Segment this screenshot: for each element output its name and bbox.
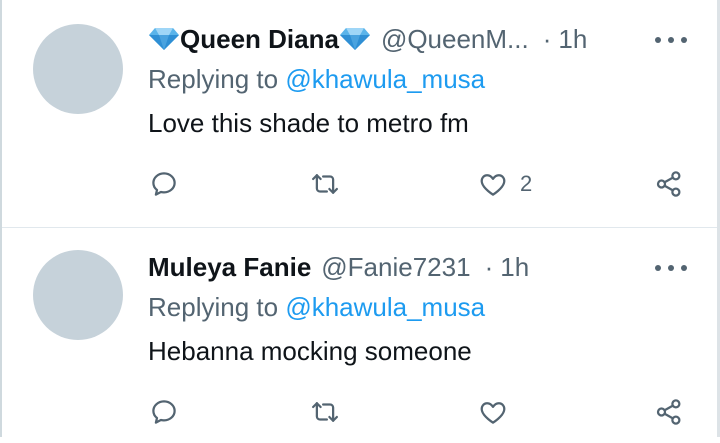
like-count: 2 — [520, 171, 533, 196]
retweet-icon — [310, 169, 340, 199]
tweet-actions: 2 — [0, 167, 720, 201]
replying-to-line: Replying to @khawula_musa — [148, 64, 485, 95]
reply-button[interactable] — [149, 395, 179, 429]
timestamp[interactable]: 1h — [500, 252, 529, 283]
replying-to-label: Replying to — [148, 64, 279, 94]
more-icon[interactable] — [655, 263, 687, 273]
mention-link[interactable]: @khawula_musa — [285, 64, 485, 94]
gem-icon — [148, 26, 180, 52]
share-button[interactable] — [654, 395, 684, 429]
avatar[interactable] — [33, 24, 123, 114]
like-button[interactable]: 2 — [478, 167, 532, 201]
tweet-text: Love this shade to metro fm — [148, 108, 469, 138]
tweet-reply-1[interactable]: Queen Diana @QueenM... · 1h Replying to … — [0, 0, 720, 215]
tweet-reply-2[interactable]: Muleya Fanie @Fanie7231 · 1h Replying to… — [0, 228, 720, 443]
reply-button[interactable] — [149, 167, 179, 201]
like-icon — [478, 397, 508, 427]
more-icon[interactable] — [655, 35, 687, 45]
user-handle[interactable]: @Fanie7231 — [321, 252, 470, 283]
retweet-button[interactable] — [310, 395, 340, 429]
tweet-header: Queen Diana @QueenM... · 1h — [148, 22, 587, 56]
retweet-button[interactable] — [310, 167, 340, 201]
share-icon — [654, 169, 684, 199]
like-button[interactable] — [478, 395, 520, 429]
mention-link[interactable]: @khawula_musa — [285, 292, 485, 322]
replying-to-line: Replying to @khawula_musa — [148, 292, 485, 323]
retweet-icon — [310, 397, 340, 427]
share-icon — [654, 397, 684, 427]
replying-to-label: Replying to — [148, 292, 279, 322]
timestamp[interactable]: 1h — [558, 24, 587, 55]
tweet-header: Muleya Fanie @Fanie7231 · 1h — [148, 250, 529, 284]
tweet-text: Hebanna mocking someone — [148, 336, 472, 366]
reply-icon — [149, 397, 179, 427]
gem-icon — [339, 26, 371, 52]
share-button[interactable] — [654, 167, 684, 201]
reply-icon — [149, 169, 179, 199]
tweet-actions — [0, 395, 720, 429]
display-name[interactable]: Muleya Fanie — [148, 252, 311, 283]
display-name[interactable]: Queen Diana — [180, 24, 339, 55]
user-handle[interactable]: @QueenM... — [381, 24, 529, 55]
avatar[interactable] — [33, 250, 123, 340]
like-icon — [478, 169, 508, 199]
separator-dot: · — [484, 251, 494, 282]
separator-dot: · — [542, 23, 552, 54]
